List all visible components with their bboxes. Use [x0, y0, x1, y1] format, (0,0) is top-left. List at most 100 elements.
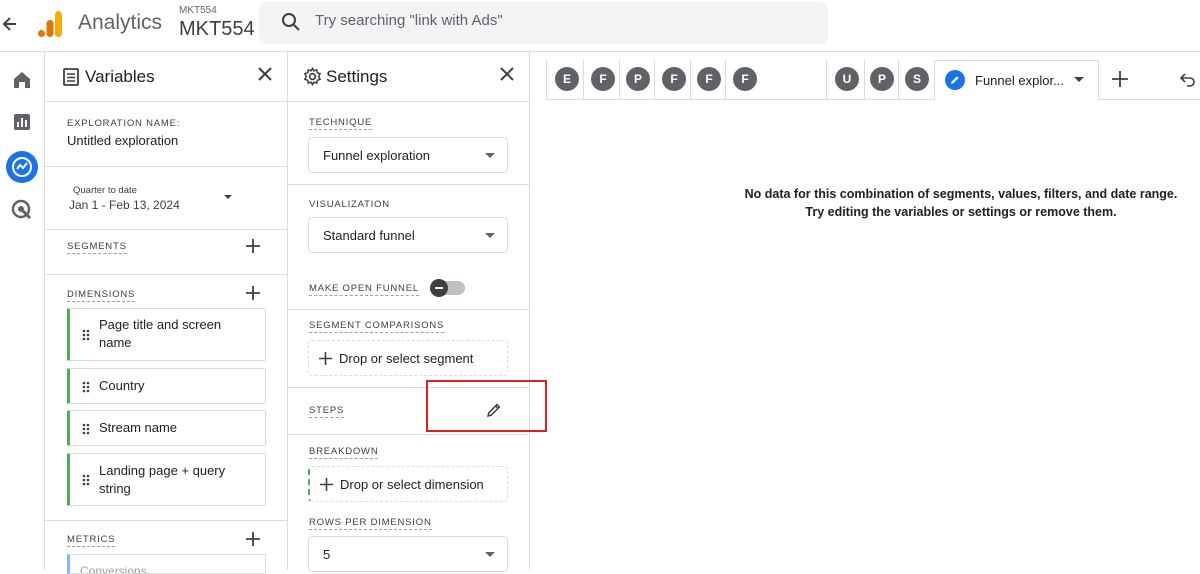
tab-4[interactable]: F — [662, 67, 686, 91]
chevron-down-icon[interactable] — [1074, 77, 1084, 82]
analytics-logo-icon[interactable] — [38, 11, 62, 37]
top-bar: Analytics MKT554 MKT554 — [0, 0, 1200, 52]
add-metric-plus-icon[interactable] — [246, 532, 260, 546]
dimension-label: name — [99, 335, 132, 350]
metric-label: Conversions — [80, 564, 147, 574]
segment-drop-text: Drop or select segment — [339, 351, 474, 366]
exploration-canvas: E F P F F F U P S Funnel explor... No da… — [546, 52, 1200, 570]
add-tab-plus-icon[interactable] — [1111, 70, 1129, 88]
technique-select[interactable]: Funnel exploration — [308, 137, 508, 173]
active-tab-label: Funnel explor... — [975, 73, 1064, 88]
tab-9[interactable]: S — [905, 67, 929, 91]
close-icon[interactable] — [499, 66, 515, 82]
app-title: Analytics — [78, 11, 163, 34]
close-icon[interactable] — [257, 66, 273, 82]
breakdown-drop-zone[interactable]: Drop or select dimension — [308, 466, 508, 502]
minus-icon — [435, 287, 443, 289]
tab-5[interactable]: F — [697, 67, 721, 91]
tab-3[interactable]: P — [626, 67, 650, 91]
home-icon[interactable] — [8, 66, 36, 94]
funnel-tab-icon — [945, 70, 965, 90]
drag-handle-icon[interactable] — [82, 473, 90, 486]
tab-separator — [864, 60, 865, 100]
search-icon — [281, 12, 301, 32]
reports-icon[interactable] — [8, 108, 36, 136]
technique-value: Funnel exploration — [323, 148, 430, 163]
variables-list-icon — [62, 68, 80, 86]
no-data-line-1: No data for this combination of segments… — [744, 187, 1178, 201]
exploration-name-input[interactable]: Untitled exploration — [67, 133, 178, 148]
tab-separator — [619, 60, 620, 100]
dimension-chip[interactable]: Landing page + query string — [67, 453, 266, 506]
exploration-name-label: EXPLORATION NAME: — [67, 118, 181, 129]
drag-handle-icon[interactable] — [82, 422, 90, 435]
tab-7[interactable]: U — [835, 67, 859, 91]
visualization-value: Standard funnel — [323, 228, 415, 243]
variables-title: Variables — [85, 67, 155, 86]
breakdown-drop-text: Drop or select dimension — [340, 477, 484, 492]
chevron-down-icon — [485, 552, 495, 557]
plus-icon — [319, 352, 332, 365]
rows-per-dimension-label: ROWS PER DIMENSION — [309, 517, 432, 530]
no-data-line-2: Try editing the variables or settings or… — [805, 205, 1117, 219]
chevron-down-icon — [485, 153, 495, 158]
settings-panel: Settings TECHNIQUE Funnel exploration VI… — [288, 52, 530, 572]
tab-separator — [898, 60, 899, 100]
dimension-label: Stream name — [99, 420, 178, 435]
divider — [45, 520, 288, 521]
account-property-label[interactable]: MKT554 — [179, 5, 217, 16]
drag-handle-icon[interactable] — [82, 328, 90, 341]
account-property-name[interactable]: MKT554 — [179, 18, 255, 41]
no-data-message: No data for this combination of segments… — [736, 185, 1186, 221]
search-input[interactable] — [315, 12, 795, 29]
add-segment-plus-icon[interactable] — [246, 239, 260, 253]
dimensions-label: DIMENSIONS — [67, 289, 136, 302]
tab-separator — [654, 60, 655, 100]
back-arrow-icon[interactable] — [2, 12, 20, 36]
tab-2[interactable]: F — [591, 67, 615, 91]
tab-8[interactable]: P — [870, 67, 894, 91]
date-range-value: Jan 1 - Feb 13, 2024 — [69, 198, 180, 212]
active-tab[interactable]: Funnel explor... — [934, 60, 1099, 101]
tab-1[interactable]: E — [555, 67, 579, 91]
metric-chip[interactable]: Conversions — [67, 554, 266, 574]
explore-icon[interactable] — [5, 150, 39, 184]
technique-label: TECHNIQUE — [309, 117, 373, 130]
drag-handle-icon[interactable] — [82, 380, 90, 393]
visualization-select[interactable]: Standard funnel — [308, 217, 508, 253]
gear-icon — [303, 66, 322, 87]
dimension-chip[interactable]: Country — [67, 368, 266, 404]
tab-separator — [826, 60, 827, 100]
dimension-label: Page title and screen — [99, 317, 222, 332]
search-bar[interactable] — [259, 2, 828, 44]
add-dimension-plus-icon[interactable] — [246, 286, 260, 300]
open-funnel-toggle[interactable] — [430, 279, 465, 297]
undo-icon[interactable] — [1178, 70, 1196, 88]
tab-separator — [546, 60, 547, 100]
tab-strip: E F P F F F U P S Funnel explor... — [546, 60, 1200, 101]
advertising-icon[interactable] — [8, 196, 36, 224]
highlight-box — [426, 380, 547, 432]
divider — [45, 229, 288, 230]
dimension-chip[interactable]: Stream name — [67, 410, 266, 446]
variables-panel: Variables EXPLORATION NAME: Untitled exp… — [45, 52, 288, 574]
variables-header: Variables — [45, 52, 287, 102]
rows-per-dimension-select[interactable]: 5 — [308, 536, 508, 572]
dimension-chip[interactable]: Page title and screen name — [67, 308, 266, 361]
visualization-label: VISUALIZATION — [309, 199, 390, 210]
chevron-down-icon — [224, 195, 232, 199]
rows-per-dimension-value: 5 — [323, 547, 331, 562]
open-funnel-label: MAKE OPEN FUNNEL — [309, 283, 419, 296]
date-range-selector[interactable]: Quarter to date Jan 1 - Feb 13, 2024 — [69, 185, 249, 215]
toggle-knob — [430, 279, 448, 297]
steps-label: STEPS — [309, 405, 345, 418]
divider — [45, 166, 288, 167]
dimension-label: string — [99, 481, 131, 496]
tab-separator — [725, 60, 726, 100]
tab-separator — [690, 60, 691, 100]
segment-drop-zone[interactable]: Drop or select segment — [308, 340, 508, 376]
breakdown-label: BREAKDOWN — [309, 446, 379, 459]
tab-6[interactable]: F — [733, 67, 757, 91]
tab-separator — [583, 60, 584, 100]
segments-label: SEGMENTS — [67, 241, 127, 254]
